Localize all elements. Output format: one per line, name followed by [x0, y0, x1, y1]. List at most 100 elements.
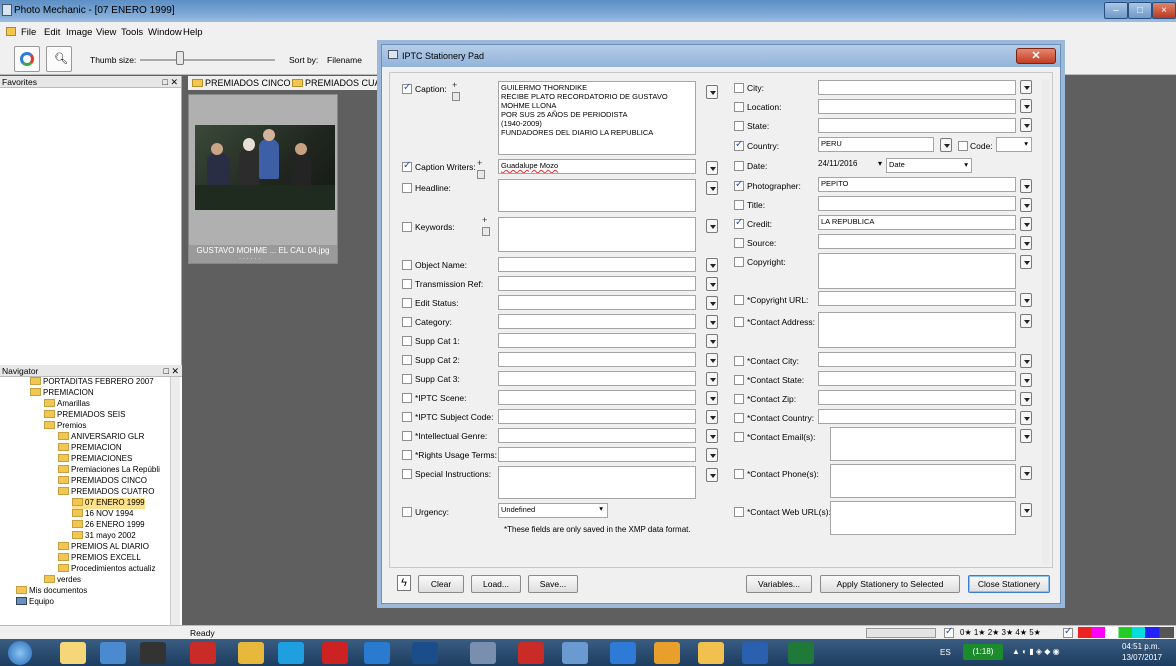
intellectual-genre-field[interactable] [498, 428, 696, 443]
category-checkbox[interactable] [402, 317, 412, 327]
iptc-subject-code-checkbox[interactable] [402, 412, 412, 422]
headline-dropdown[interactable] [706, 181, 718, 195]
date-checkbox[interactable] [734, 161, 744, 171]
date-picker[interactable]: 24/11/2016 ▾ [818, 159, 884, 173]
tree-scrollbar[interactable] [170, 377, 180, 625]
category-dropdown[interactable] [706, 315, 718, 329]
keywords-field[interactable] [498, 217, 696, 252]
contact-zip-field[interactable] [818, 390, 1016, 405]
contact-phone-dropdown[interactable] [1020, 466, 1032, 480]
star-filter[interactable]: 0★ 1★ 2★ 3★ 4★ 5★ [960, 628, 1041, 637]
menu-help[interactable]: Help [183, 27, 203, 38]
tree-item[interactable]: PREMIADOS CINCO [58, 476, 147, 487]
acrobat-icon[interactable] [518, 642, 544, 664]
apply-stationery-button[interactable]: Apply Stationery to Selected [820, 575, 960, 593]
supp-cat-2-dropdown[interactable] [706, 353, 718, 367]
tree-item[interactable]: Premiaciones La Repúbli [58, 465, 160, 476]
menu-tools[interactable]: Tools [121, 27, 143, 38]
credit-dropdown[interactable] [1020, 217, 1032, 231]
transmission-ref-checkbox[interactable] [402, 279, 412, 289]
object-name-field[interactable] [498, 257, 696, 272]
contact-web-dropdown[interactable] [1020, 503, 1032, 517]
contact-zip-dropdown[interactable] [1020, 392, 1032, 406]
edit-status-checkbox[interactable] [402, 298, 412, 308]
tree-item[interactable]: Amarillas [44, 399, 90, 410]
special-instructions-dropdown[interactable] [706, 468, 718, 482]
source-field[interactable] [818, 234, 1016, 249]
copyright-url-field[interactable] [818, 291, 1016, 306]
tree-item[interactable]: PREMIADOS CUATRO [58, 487, 154, 498]
supp-cat-2-field[interactable] [498, 352, 696, 367]
special-instructions-checkbox[interactable] [402, 469, 412, 479]
tab-premiados-cuatro[interactable]: PREMIADOS CUAT [292, 78, 385, 88]
clear-button[interactable]: Clear [418, 575, 464, 593]
form-scrollbar[interactable] [1042, 79, 1050, 565]
special-instructions-field[interactable] [498, 466, 696, 499]
start-button[interactable] [8, 641, 32, 665]
caption-writers-checkbox[interactable] [402, 160, 412, 172]
object-name-dropdown[interactable] [706, 258, 718, 272]
filter-checkbox[interactable] [944, 626, 954, 638]
state-checkbox[interactable] [734, 121, 744, 131]
iptc-scene-checkbox[interactable] [402, 393, 412, 403]
app-icon[interactable] [322, 642, 348, 664]
tree-item[interactable]: 31 mayo 2002 [72, 531, 136, 542]
caption-field[interactable]: GUILERMO THORNDIKE RECIBE PLATO RECORDAT… [498, 81, 696, 155]
headline-checkbox[interactable] [402, 183, 412, 193]
zoom-button[interactable]: 🔍︎ [46, 46, 72, 72]
sort-by-select[interactable]: Filename [327, 55, 362, 65]
urgency-select[interactable]: Undefined ▾ [498, 503, 608, 518]
plus-icon[interactable]: + [482, 215, 487, 225]
template-icon[interactable] [452, 92, 460, 101]
copyright-checkbox[interactable] [734, 257, 744, 267]
photographer-field[interactable]: PEPITO [818, 177, 1016, 192]
source-checkbox[interactable] [734, 238, 744, 248]
tree-item[interactable]: PORTADITAS FEBRERO 2007 [30, 377, 154, 388]
rights-usage-field[interactable] [498, 447, 696, 462]
tree-item[interactable]: PREMIACIONES [58, 454, 132, 465]
contact-phone-checkbox[interactable] [734, 469, 744, 479]
intellectual-genre-dropdown[interactable] [706, 429, 718, 443]
contact-city-dropdown[interactable] [1020, 354, 1032, 368]
thumbnail-stars[interactable]: . . . . . . [239, 254, 260, 261]
photographer-checkbox[interactable] [734, 179, 744, 191]
object-name-checkbox[interactable] [402, 260, 412, 270]
contact-email-checkbox[interactable] [734, 432, 744, 442]
state-dropdown[interactable] [1020, 118, 1032, 132]
contact-state-checkbox[interactable] [734, 375, 744, 385]
tray-icons[interactable]: ▲ ◐ ▮ ◈ ◆ ◉ [1012, 647, 1098, 657]
location-dropdown[interactable] [1020, 99, 1032, 113]
language-indicator[interactable]: ES [940, 648, 951, 657]
tree-item[interactable]: PREMIACION [58, 443, 122, 454]
contact-email-field[interactable] [830, 427, 1016, 461]
menu-edit[interactable]: Edit [44, 27, 60, 38]
city-checkbox[interactable] [734, 83, 744, 93]
close-panel-icon[interactable]: □ ✕ [163, 76, 178, 88]
contact-address-field[interactable] [818, 312, 1016, 348]
color-filter-checkbox[interactable] [1063, 626, 1073, 638]
credit-checkbox[interactable] [734, 217, 744, 229]
dialog-close-button[interactable]: ✕ [1016, 48, 1056, 64]
iptc-subject-code-field[interactable] [498, 409, 696, 424]
chrome-icon[interactable] [654, 642, 680, 664]
location-checkbox[interactable] [734, 102, 744, 112]
contact-email-dropdown[interactable] [1020, 429, 1032, 443]
menu-file[interactable]: File [21, 27, 36, 38]
iptc-scene-field[interactable] [498, 390, 696, 405]
source-dropdown[interactable] [1020, 236, 1032, 250]
tab-premiados-cinco[interactable]: PREMIADOS CINCO [192, 78, 291, 88]
contact-country-dropdown[interactable] [1020, 411, 1032, 425]
state-field[interactable] [818, 118, 1016, 133]
supp-cat-1-dropdown[interactable] [706, 334, 718, 348]
credit-field[interactable]: LA REPUBLICA [818, 215, 1016, 230]
skype-icon[interactable] [278, 642, 304, 664]
contact-web-checkbox[interactable] [734, 507, 744, 517]
edit-status-dropdown[interactable] [706, 296, 718, 310]
caption-dropdown[interactable] [706, 85, 718, 99]
transmission-ref-dropdown[interactable] [706, 277, 718, 291]
contact-phone-field[interactable] [830, 464, 1016, 498]
tree-item[interactable]: PREMIOS AL DIARIO [58, 542, 149, 553]
thumbnail-cell[interactable]: GUSTAVO MOHME ... EL CAL 04.jpg . . . . … [188, 94, 338, 264]
browser-icon[interactable] [610, 642, 636, 664]
tree-item[interactable]: Equipo [16, 597, 54, 608]
